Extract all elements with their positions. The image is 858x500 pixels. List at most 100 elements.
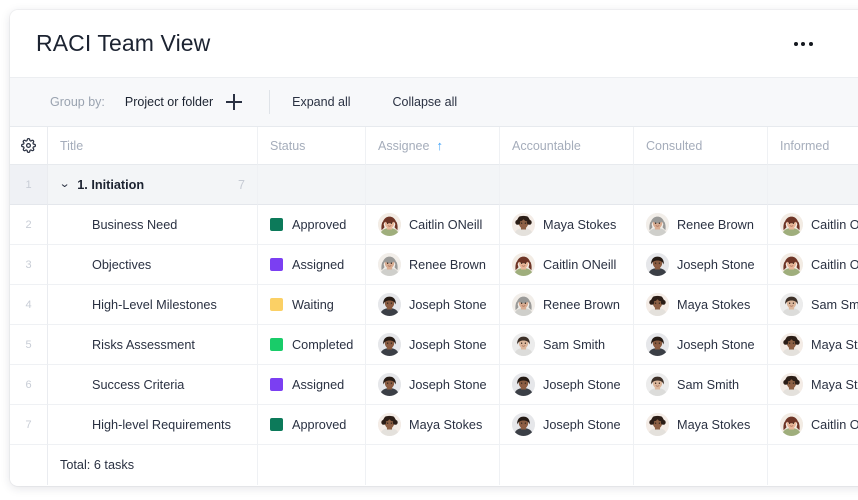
cell-consulted[interactable]: Maya Stokes [634,405,768,445]
app-background: RACI Team View Group by: Project or fold… [0,0,858,500]
cell-accountable[interactable]: Caitlin ONeill [500,245,634,285]
cell-consulted[interactable]: Sam Smith [634,365,768,405]
kebab-dot [801,42,805,46]
cell-status[interactable]: Waiting [258,285,366,325]
assignee-name: Joseph Stone [409,378,487,392]
informed-name: Caitlin ONeill [811,218,858,232]
cell-consulted[interactable]: Renee Brown [634,205,768,245]
avatar [646,413,669,436]
cell-accountable[interactable]: Joseph Stone [500,405,634,445]
cell-consulted[interactable]: Maya Stokes [634,285,768,325]
cell-informed[interactable]: Sam Smith [768,285,858,325]
cell-title[interactable]: High-level Requirements [48,405,258,445]
row-number: 2 [10,205,48,245]
kebab-menu-icon[interactable] [786,29,820,59]
cell-title[interactable]: High-Level Milestones [48,285,258,325]
assignee-name: Joseph Stone [409,338,487,352]
footer-accountable-cell [500,445,634,485]
avatar [512,213,535,236]
column-header-title-label: Title [60,139,83,153]
chevron-down-icon[interactable]: ⌄ [59,179,71,190]
column-header-consulted[interactable]: Consulted [634,127,768,165]
cell-accountable[interactable]: Sam Smith [500,325,634,365]
status-color-swatch [270,258,283,271]
cell-informed[interactable]: Caitlin ONeill [768,245,858,285]
task-title: Objectives [60,258,151,272]
sort-ascending-icon[interactable]: ↑ [436,139,443,152]
row-number: 5 [10,325,48,365]
cell-status[interactable]: Completed [258,325,366,365]
cell-assignee[interactable]: Caitlin ONeill [366,205,500,245]
status-label: Assigned [292,258,344,272]
total-tasks-cell: Total: 6 tasks [48,445,258,485]
table-row[interactable]: 2 Business Need Approved Caitlin ONeill [10,205,858,245]
cell-assignee[interactable]: Renee Brown [366,245,500,285]
accountable-name: Joseph Stone [543,378,621,392]
footer-gutter [10,445,48,485]
column-header-status[interactable]: Status [258,127,366,165]
cell-consulted[interactable]: Joseph Stone [634,325,768,365]
footer-consulted-cell [634,445,768,485]
table-row[interactable]: 6 Success Criteria Assigned Joseph Stone [10,365,858,405]
cell-status[interactable]: Assigned [258,365,366,405]
row-number: 3 [10,245,48,285]
toolbar-divider [269,90,270,114]
avatar [646,253,669,276]
cell-title[interactable]: Risks Assessment [48,325,258,365]
cell-informed[interactable]: Maya Stokes [768,365,858,405]
cell-accountable[interactable]: Renee Brown [500,285,634,325]
accountable-name: Joseph Stone [543,418,621,432]
table-header-row: Title Status Assignee ↑ Accountable Cons… [10,127,858,165]
gear-icon [21,138,36,153]
settings-column-header[interactable] [10,127,48,165]
table-row[interactable]: 7 High-level Requirements Approved Maya … [10,405,858,445]
kebab-dot [809,42,813,46]
cell-informed[interactable]: Caitlin ONeill [768,205,858,245]
plus-icon[interactable] [223,91,245,113]
column-header-accountable[interactable]: Accountable [500,127,634,165]
task-rows-container: 2 Business Need Approved Caitlin ONeill [10,205,858,445]
cell-title[interactable]: Success Criteria [48,365,258,405]
column-header-informed[interactable]: Informed [768,127,858,165]
consulted-name: Joseph Stone [677,258,755,272]
group-title-cell[interactable]: ⌄ 1. Initiation 7 [48,165,258,205]
informed-name: Caitlin ONeill [811,258,858,272]
cell-accountable[interactable]: Maya Stokes [500,205,634,245]
avatar [378,253,401,276]
table-row[interactable]: 5 Risks Assessment Completed Joseph Ston… [10,325,858,365]
kebab-dot [794,42,798,46]
informed-name: Sam Smith [811,298,858,312]
avatar [378,333,401,356]
cell-title[interactable]: Objectives [48,245,258,285]
cell-informed[interactable]: Caitlin ONeill [768,405,858,445]
informed-name: Maya Stokes [811,338,858,352]
column-header-consulted-label: Consulted [646,139,702,153]
cell-status[interactable]: Approved [258,405,366,445]
cell-assignee[interactable]: Joseph Stone [366,365,500,405]
table-row[interactable]: 3 Objectives Assigned Renee Brown [10,245,858,285]
accountable-name: Sam Smith [543,338,605,352]
expand-all-button[interactable]: Expand all [292,95,350,109]
page-title: RACI Team View [36,30,210,57]
avatar [512,413,535,436]
cell-assignee[interactable]: Maya Stokes [366,405,500,445]
cell-title[interactable]: Business Need [48,205,258,245]
column-header-assignee[interactable]: Assignee ↑ [366,127,500,165]
cell-status[interactable]: Approved [258,205,366,245]
table-row[interactable]: 4 High-Level Milestones Waiting Joseph S… [10,285,858,325]
collapse-all-button[interactable]: Collapse all [393,95,458,109]
cell-status[interactable]: Assigned [258,245,366,285]
cell-assignee[interactable]: Joseph Stone [366,325,500,365]
footer-status-cell [258,445,366,485]
consulted-name: Maya Stokes [677,418,750,432]
cell-informed[interactable]: Maya Stokes [768,325,858,365]
status-label: Approved [292,418,346,432]
cell-accountable[interactable]: Joseph Stone [500,365,634,405]
cell-assignee[interactable]: Joseph Stone [366,285,500,325]
column-header-title[interactable]: Title [48,127,258,165]
avatar [378,413,401,436]
cell-consulted[interactable]: Joseph Stone [634,245,768,285]
group-row[interactable]: 1 ⌄ 1. Initiation 7 [10,165,858,205]
group-by-value[interactable]: Project or folder [125,95,213,109]
status-color-swatch [270,338,283,351]
